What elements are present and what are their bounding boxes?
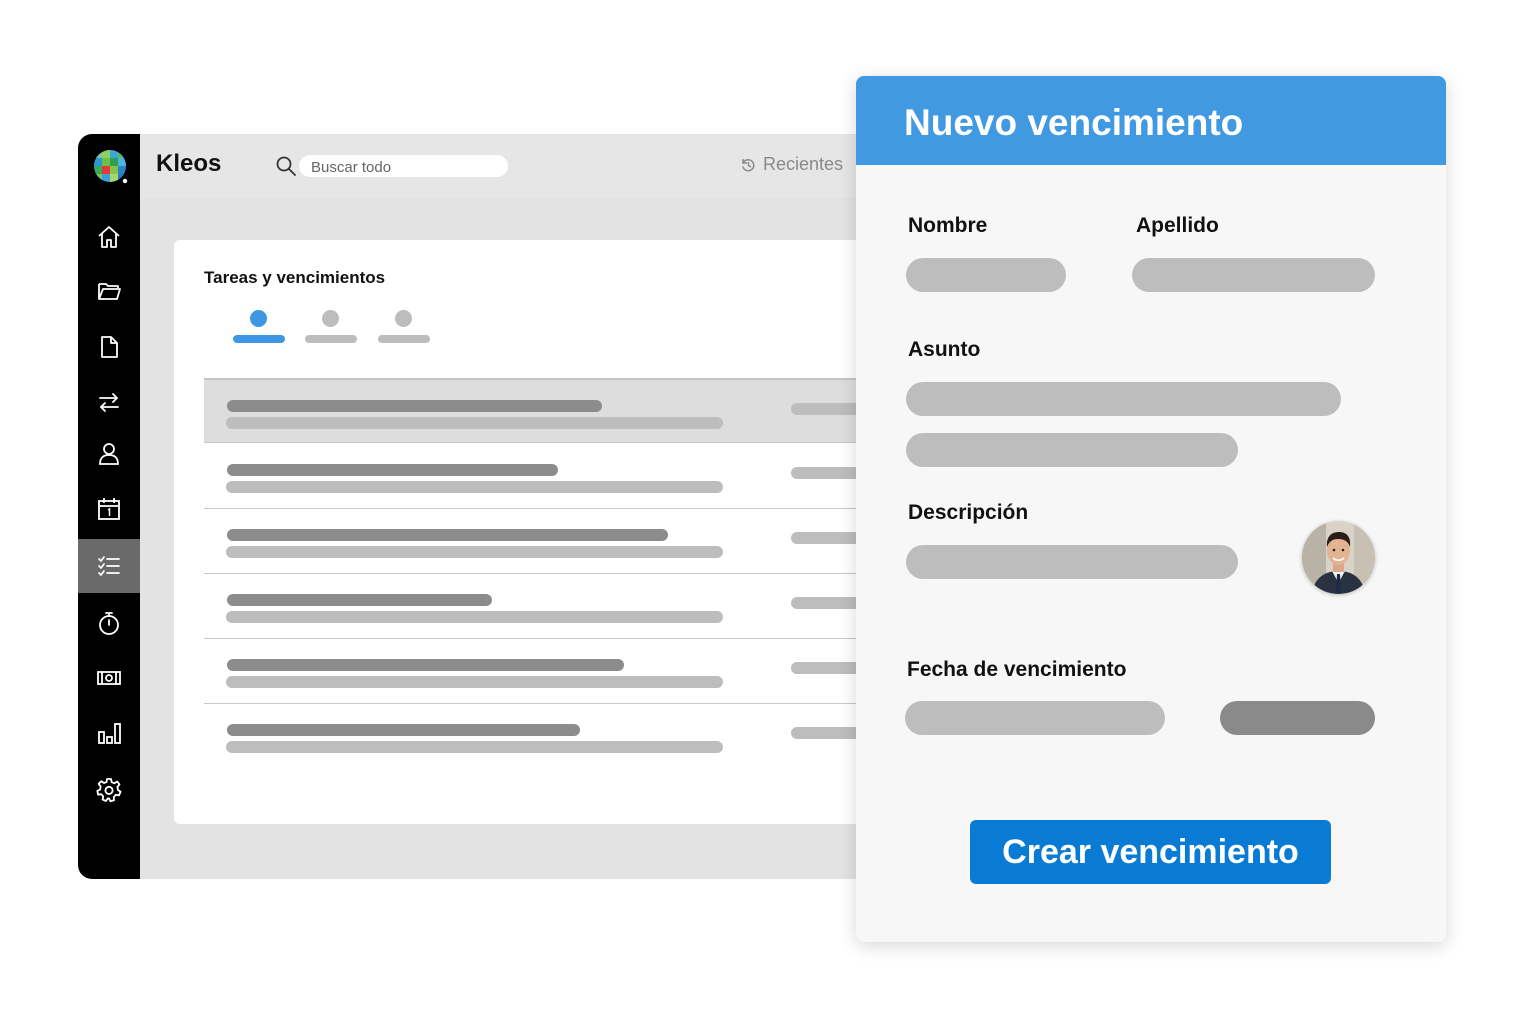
sidebar-item-reports[interactable] [78, 706, 140, 760]
search-icon[interactable] [275, 155, 297, 177]
sidebar-item-billing[interactable] [78, 651, 140, 705]
last-name-field[interactable] [1132, 258, 1375, 292]
tab-1[interactable] [233, 310, 285, 346]
gear-icon [96, 778, 122, 803]
checklist-icon [98, 556, 120, 576]
panel-title: Tareas y vencimientos [204, 268, 386, 287]
sidebar-item-calendar[interactable] [78, 482, 140, 536]
recents-label: Recientes [763, 154, 844, 174]
modal-header: Nuevo vencimiento [856, 76, 1446, 165]
row-title-placeholder [227, 464, 558, 476]
tab-indicator [305, 335, 357, 343]
sidebar [78, 134, 140, 879]
first-name-label: Nombre [908, 214, 988, 237]
avatar-photo [1302, 521, 1375, 594]
stopwatch-icon [99, 612, 119, 635]
tab-indicator [378, 335, 430, 343]
subject-field-line-1[interactable] [906, 382, 1341, 416]
row-title-placeholder [227, 594, 492, 606]
first-name-field[interactable] [906, 258, 1066, 292]
description-field[interactable] [906, 545, 1238, 579]
table-row[interactable] [204, 444, 898, 509]
sidebar-item-document[interactable] [78, 320, 140, 374]
row-title-placeholder [227, 659, 624, 671]
table-row[interactable] [204, 639, 898, 704]
row-subtitle-placeholder [226, 417, 723, 429]
row-subtitle-placeholder [226, 481, 723, 493]
row-subtitle-placeholder [226, 741, 723, 753]
folder-icon [98, 283, 121, 300]
last-name-label: Apellido [1136, 214, 1219, 237]
description-label: Descripción [908, 501, 1029, 524]
app-title: Kleos [156, 150, 222, 177]
sidebar-item-transfer[interactable] [78, 375, 140, 429]
tab-dot [322, 310, 339, 327]
recents-link[interactable]: Recientes [740, 154, 843, 175]
money-icon [97, 671, 121, 685]
row-subtitle-placeholder [226, 611, 723, 623]
sidebar-item-time[interactable] [78, 596, 140, 650]
row-subtitle-placeholder [226, 546, 723, 558]
user-icon [99, 443, 119, 465]
modal-title: Nuevo vencimiento [904, 102, 1244, 143]
row-title-placeholder [227, 724, 580, 736]
table-row[interactable] [204, 509, 898, 574]
sidebar-item-folder[interactable] [78, 264, 140, 318]
bar-chart-icon [98, 723, 121, 744]
new-due-date-modal: Nuevo vencimiento Nombre Apellido Asunto… [856, 76, 1446, 942]
table-row[interactable] [204, 704, 898, 768]
avatar[interactable] [1302, 521, 1375, 594]
tab-2[interactable] [305, 310, 357, 346]
sidebar-item-home[interactable] [78, 210, 140, 264]
logo-icon [94, 150, 128, 184]
subject-field-line-2[interactable] [906, 433, 1238, 467]
table-row[interactable] [204, 378, 898, 443]
due-date-field[interactable] [905, 701, 1165, 735]
sidebar-item-tasks[interactable] [78, 539, 140, 593]
tab-indicator [233, 335, 285, 343]
top-bar: Kleos Recientes [140, 134, 898, 198]
tasks-panel: Tareas y vencimientos [174, 240, 898, 824]
create-due-date-button[interactable]: Crear vencimiento [970, 820, 1331, 884]
document-icon [101, 336, 118, 358]
row-title-placeholder [227, 400, 602, 412]
table-row[interactable] [204, 574, 898, 639]
arrows-icon [99, 393, 119, 412]
tab-dot [250, 310, 267, 327]
app-window: Kleos Recientes Tareas y vencimientos [78, 134, 898, 879]
row-divider [204, 442, 898, 443]
due-date-label: Fecha de vencimiento [907, 658, 1127, 681]
due-time-field[interactable] [1220, 701, 1375, 735]
sidebar-item-contacts[interactable] [78, 426, 140, 480]
row-title-placeholder [227, 529, 668, 541]
calendar-icon [98, 498, 120, 520]
tab-dot [395, 310, 412, 327]
search-input[interactable] [299, 155, 508, 177]
history-icon [742, 158, 755, 171]
subject-label: Asunto [908, 338, 981, 361]
sidebar-item-settings[interactable] [78, 763, 140, 817]
tab-3[interactable] [378, 310, 430, 346]
row-subtitle-placeholder [226, 676, 723, 688]
home-icon [98, 226, 120, 248]
